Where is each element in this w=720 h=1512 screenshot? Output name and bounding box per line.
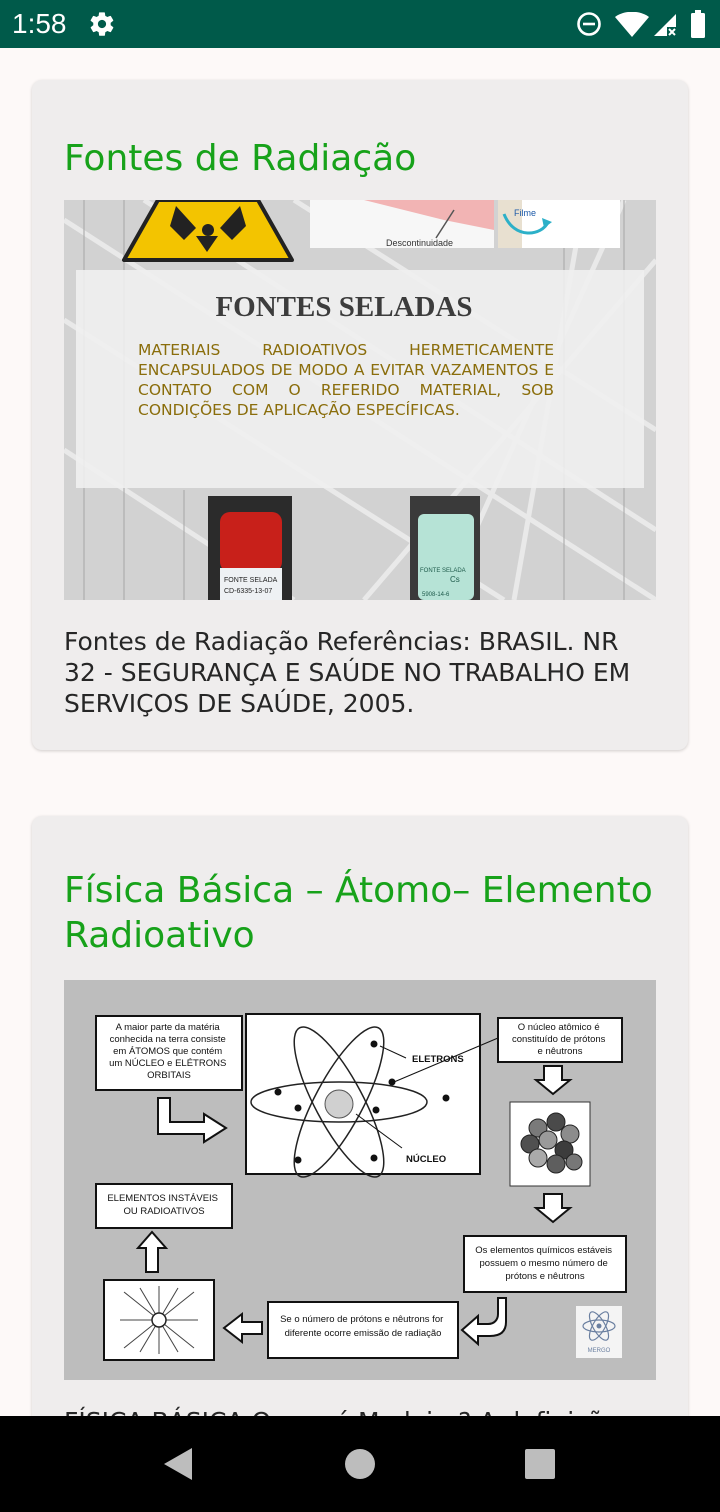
bottle-code: CD-6335-13-07 [224,588,272,595]
cell-signal-icon [654,14,676,36]
atom-diagram: A maior parte da matéria conhecida na te… [64,980,656,1380]
card-title[interactable]: Fontes de Radiação [64,136,660,181]
diagram-text: A maior parte da matéria [116,1022,221,1033]
home-icon[interactable] [342,1446,378,1482]
gear-icon [90,12,114,36]
bottle-label: FONTE SELADA [420,568,466,574]
recents-icon[interactable] [524,1448,556,1480]
diagram-text: Os elementos químicos estáveis [475,1245,612,1256]
diagram-label: NÚCLEO [406,1153,446,1165]
diagram-label: ELETRONS [412,1054,464,1065]
card-image[interactable]: Descontinuidade Filme FONTES SELADAS MAT… [64,200,656,600]
card-description: FÍSICA BÁSICA Quem é Madeiro? A definiçã… [64,1406,648,1416]
diagram-text: um NÚCLEO e ELÉTRONS [109,1058,226,1069]
diagram-text: diferente ocorre emissão de radiação [285,1328,442,1339]
post-card[interactable]: Fontes de Radiação Descontinuidade Filme… [32,80,688,750]
bottle-label: FONTE SELADA [224,577,278,584]
feed[interactable]: Fontes de Radiação Descontinuidade Filme… [0,48,720,1416]
diagram-text: O núcleo atômico é [518,1022,600,1033]
diagram-text: prótons e nêutrons [505,1271,584,1282]
diagram-text: OU RADIOATIVOS [123,1206,204,1217]
fontes-seladas-illustration: Descontinuidade Filme FONTES SELADAS MAT… [64,200,656,600]
diagram-text: ORBITAIS [147,1070,191,1081]
wifi-icon [615,12,649,37]
diagram-label: Descontinuidade [386,238,453,248]
bottle-code: 5908-14-6 [422,592,450,598]
status-time: 1:58 [12,8,67,39]
slide-heading: FONTES SELADAS [215,291,472,323]
diagram-text: ELEMENTOS INSTÁVEIS [107,1193,218,1204]
card-description: Fontes de Radiação Referências: BRASIL. … [64,627,631,718]
back-icon[interactable] [160,1444,196,1484]
card-title[interactable]: Física Básica – Átomo– Elemento Radioati… [64,868,660,958]
status-bar: 1:58 [0,0,720,48]
diagram-text: conhecida na terra consiste [110,1034,226,1045]
logo-text: MERGO [588,1348,611,1354]
slide-body: MATERIAIS RADIOATIVOS HERMETICAMENTE ENC… [138,341,554,419]
battery-icon [691,10,705,38]
diagram-text: em ÁTOMOS que contém [113,1046,222,1057]
card-image[interactable]: A maior parte da matéria conhecida na te… [64,980,656,1380]
do-not-disturb-icon [577,12,601,36]
diagram-text: possuem o mesmo número de [480,1258,608,1269]
post-card[interactable]: Física Básica – Átomo– Elemento Radioati… [32,816,688,1416]
diagram-text: Se o número de prótons e nêutrons for [280,1314,443,1325]
bottle-element: Cs [450,575,460,584]
diagram-label: Filme [514,208,536,218]
diagram-text: e nêutrons [538,1046,583,1057]
diagram-text: constituído de prótons [512,1034,606,1045]
